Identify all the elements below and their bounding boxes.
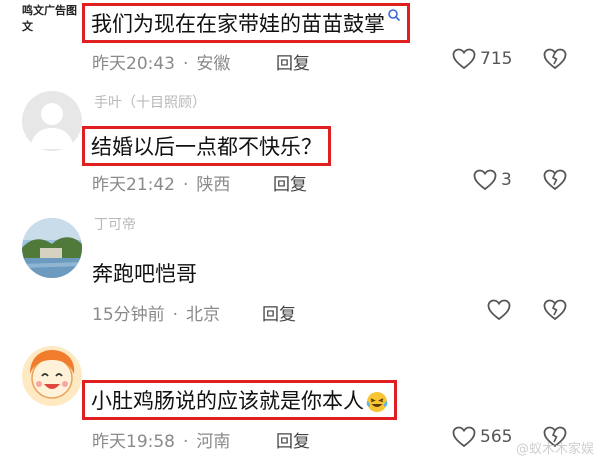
comment-time: 昨天21:42 (92, 175, 175, 195)
comment-text: 结婚以后一点都不快乐？ (91, 135, 322, 159)
comment-content[interactable]: 小肚鸡肠说的应该就是你本人 (82, 380, 397, 420)
comment-meta: 昨天20:43 · 安徽 (92, 54, 231, 74)
like-button[interactable]: 715 (452, 48, 512, 70)
heart-icon (452, 426, 476, 448)
comment-location: 安徽 (196, 54, 231, 74)
broken-heart-icon (543, 169, 567, 191)
comment-item: 手叶（十目照顾） 结婚以后一点都不快乐？ 昨天21:42 · 陕西 回复 3 (0, 88, 600, 202)
comment-location: 河南 (196, 432, 231, 452)
comment-time: 15分钟前 (92, 305, 165, 325)
heart-icon (487, 299, 511, 321)
like-count: 715 (480, 49, 513, 69)
heart-icon (452, 48, 476, 70)
comment-time: 昨天20:43 (92, 54, 175, 74)
avatar[interactable] (22, 91, 82, 151)
comment-meta: 15分钟前 · 北京 (92, 305, 221, 325)
search-icon[interactable] (387, 8, 401, 22)
comment-location: 陕西 (196, 175, 231, 195)
watermark: @蚁木木家娱 (515, 442, 594, 457)
comment-content[interactable]: 我们为现在在家带娃的苗苗鼓掌 (82, 3, 410, 43)
avatar[interactable] (22, 346, 82, 406)
comment-meta: 昨天19:58 · 河南 (92, 432, 231, 452)
broken-heart-icon (543, 299, 567, 321)
broken-heart-icon (543, 48, 567, 70)
comment-text: 小肚鸡肠说的应该就是你本人 (91, 389, 364, 413)
dislike-button[interactable] (543, 48, 567, 70)
reply-button[interactable]: 回复 (273, 170, 307, 195)
avatar[interactable] (22, 218, 82, 278)
reply-button[interactable]: 回复 (276, 427, 310, 452)
comment-username[interactable]: 手叶（十目照顾） (94, 92, 206, 112)
comment-meta: 昨天21:42 · 陕西 (92, 175, 231, 195)
laughing-crying-emoji-icon (366, 391, 388, 413)
comment-text: 奔跑吧恺哥 (92, 262, 197, 286)
avatar-logo[interactable]: 鸣文广告图文 (22, 2, 82, 33)
like-count: 565 (480, 427, 513, 447)
heart-icon (473, 169, 497, 191)
dislike-button[interactable] (543, 299, 567, 321)
comment-time: 昨天19:58 (92, 432, 175, 452)
comment-item: 丁可帝 奔跑吧恺哥 15分钟前 · 北京 回复 (0, 208, 600, 328)
like-button[interactable] (487, 299, 515, 321)
reply-button[interactable]: 回复 (262, 300, 296, 325)
like-button[interactable]: 3 (473, 169, 512, 191)
like-count: 3 (501, 170, 512, 190)
comment-content[interactable]: 结婚以后一点都不快乐？ (82, 126, 331, 166)
comment-item: 鸣文广告图文 我们为现在在家带娃的苗苗鼓掌 昨天20:43 · 安徽 回复 715 (0, 0, 600, 88)
comment-content[interactable]: 奔跑吧恺哥 (92, 258, 197, 288)
comment-item: 小肚鸡肠说的应该就是你本人 昨天19:58 · 河南 回复 565 (0, 338, 600, 469)
like-button[interactable]: 565 (452, 426, 512, 448)
reply-button[interactable]: 回复 (276, 49, 310, 74)
comment-username[interactable]: 丁可帝 (94, 214, 136, 234)
comment-text: 我们为现在在家带娃的苗苗鼓掌 (91, 12, 385, 36)
dislike-button[interactable] (543, 169, 567, 191)
comment-location: 北京 (186, 305, 221, 325)
